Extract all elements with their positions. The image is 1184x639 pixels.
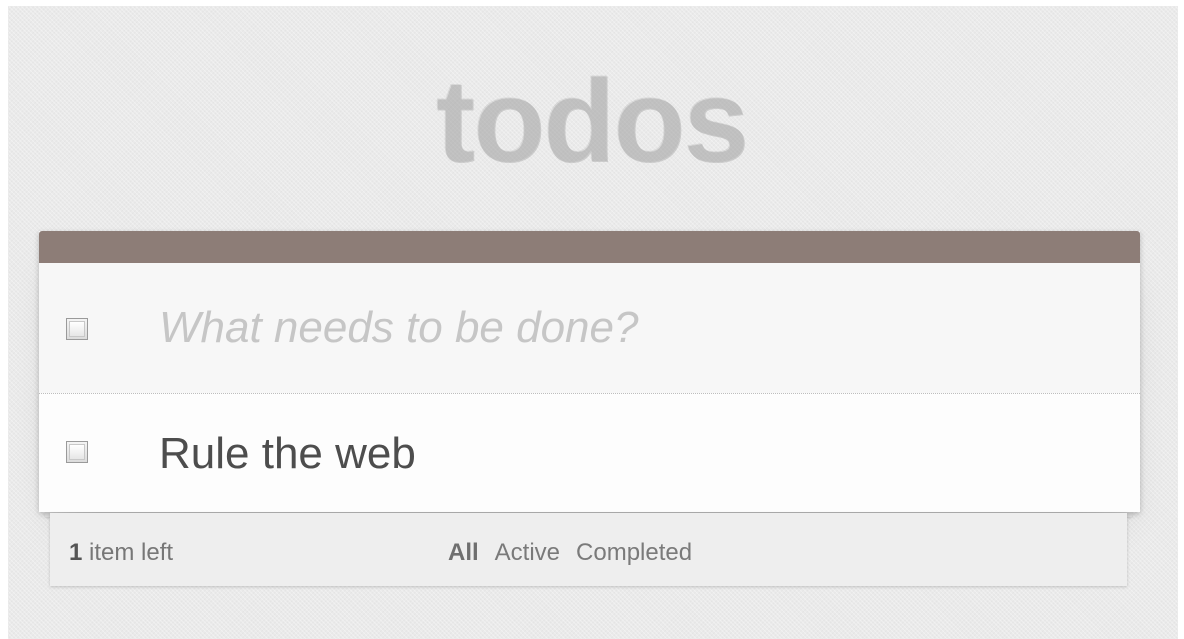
- new-todo-row: [39, 263, 1140, 393]
- header-bar: [39, 231, 1140, 263]
- frame-edge-top: [0, 0, 1184, 6]
- filter-completed[interactable]: Completed: [576, 539, 692, 567]
- toggle-all-checkbox[interactable]: [66, 318, 88, 340]
- new-todo-input[interactable]: [159, 298, 1109, 358]
- todo-count-number: 1: [69, 539, 83, 566]
- todo-item: Rule the web: [39, 393, 1140, 512]
- todo-app: Rule the web: [39, 231, 1140, 512]
- filters: All Active Completed: [448, 539, 708, 567]
- footer: 1 item left All Active Completed: [50, 513, 1127, 586]
- app-title: todos: [436, 56, 749, 188]
- filter-all[interactable]: All: [448, 539, 479, 567]
- filter-active[interactable]: Active: [495, 539, 560, 567]
- todo-toggle-checkbox[interactable]: [66, 441, 88, 463]
- todo-item-label[interactable]: Rule the web: [159, 426, 416, 482]
- todo-count: 1 item left: [69, 539, 173, 567]
- todo-count-label: item left: [89, 539, 174, 566]
